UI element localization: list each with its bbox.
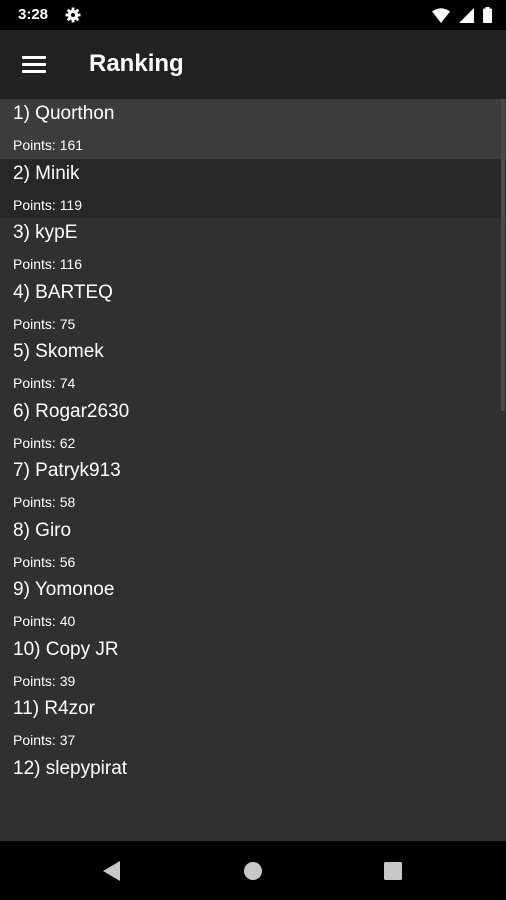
player-points: Points: 62 xyxy=(13,434,76,451)
player-points: Points: 56 xyxy=(13,553,76,570)
player-name: 10) Copy JR xyxy=(13,638,119,660)
player-name: 4) BARTEQ xyxy=(13,281,113,303)
player-name: 8) Giro xyxy=(13,519,72,541)
player-name: 7) Patryk913 xyxy=(13,460,121,481)
player-points: Points: 74 xyxy=(13,375,76,391)
player-points: Points: 161 xyxy=(13,137,84,153)
player-name: 6) Rogar2630 xyxy=(13,400,130,422)
list-item[interactable]: 11) R4zor Points: 37 xyxy=(0,694,506,754)
status-bar: 3:28 xyxy=(0,0,506,30)
list-item[interactable]: 9) Yomonoe Points: 40 xyxy=(0,575,506,635)
player-name: 9) Yomonoe xyxy=(13,579,115,600)
list-item[interactable]: 6) Rogar2630 Points: 62 xyxy=(0,397,506,457)
list-item[interactable]: 2) Minik Points: 119 xyxy=(0,158,506,218)
list-item[interactable]: 4) BARTEQ Points: 75 xyxy=(0,278,506,338)
player-name: 1) Quorthon xyxy=(13,103,115,124)
menu-icon[interactable] xyxy=(18,52,50,78)
navigation-bar xyxy=(0,841,506,900)
list-item[interactable]: 10) Copy JR Points: 39 xyxy=(0,635,506,695)
player-name: 2) Minik xyxy=(13,162,80,184)
player-points: Points: 39 xyxy=(13,672,76,689)
player-points: Points: 37 xyxy=(13,732,76,748)
app-bar: Ranking xyxy=(0,30,506,99)
page-title: Ranking xyxy=(89,50,184,77)
gear-icon xyxy=(65,7,81,23)
player-points: Points: 40 xyxy=(13,613,76,629)
list-item[interactable]: 8) Giro Points: 56 xyxy=(0,516,506,576)
player-points: Points: 119 xyxy=(13,196,83,213)
signal-icon xyxy=(459,7,474,23)
player-points: Points: 116 xyxy=(13,256,83,272)
player-name: 12) slepypirat xyxy=(13,757,128,779)
player-points: Points: 58 xyxy=(13,494,76,510)
list-item[interactable]: 1) Quorthon Points: 161 xyxy=(0,99,506,159)
wifi-icon xyxy=(432,7,450,23)
player-name: 3) kypE xyxy=(13,222,78,243)
status-time: 3:28 xyxy=(18,6,49,23)
player-name: 11) R4zor xyxy=(13,698,96,719)
player-name: 5) Skomek xyxy=(13,341,104,362)
scrollbar[interactable] xyxy=(501,99,505,411)
back-icon[interactable] xyxy=(96,855,128,887)
list-item[interactable]: 12) slepypirat xyxy=(0,754,506,814)
recents-icon[interactable] xyxy=(377,855,409,887)
ranking-list[interactable]: 1) Quorthon Points: 161 2) Minik Points:… xyxy=(0,99,506,841)
list-item[interactable]: 3) kypE Points: 116 xyxy=(0,218,506,278)
home-icon[interactable] xyxy=(237,855,269,887)
list-item[interactable]: 7) Patryk913 Points: 58 xyxy=(0,456,506,516)
player-points: Points: 75 xyxy=(13,315,76,332)
list-item[interactable]: 5) Skomek Points: 74 xyxy=(0,337,506,397)
battery-icon xyxy=(483,7,492,23)
